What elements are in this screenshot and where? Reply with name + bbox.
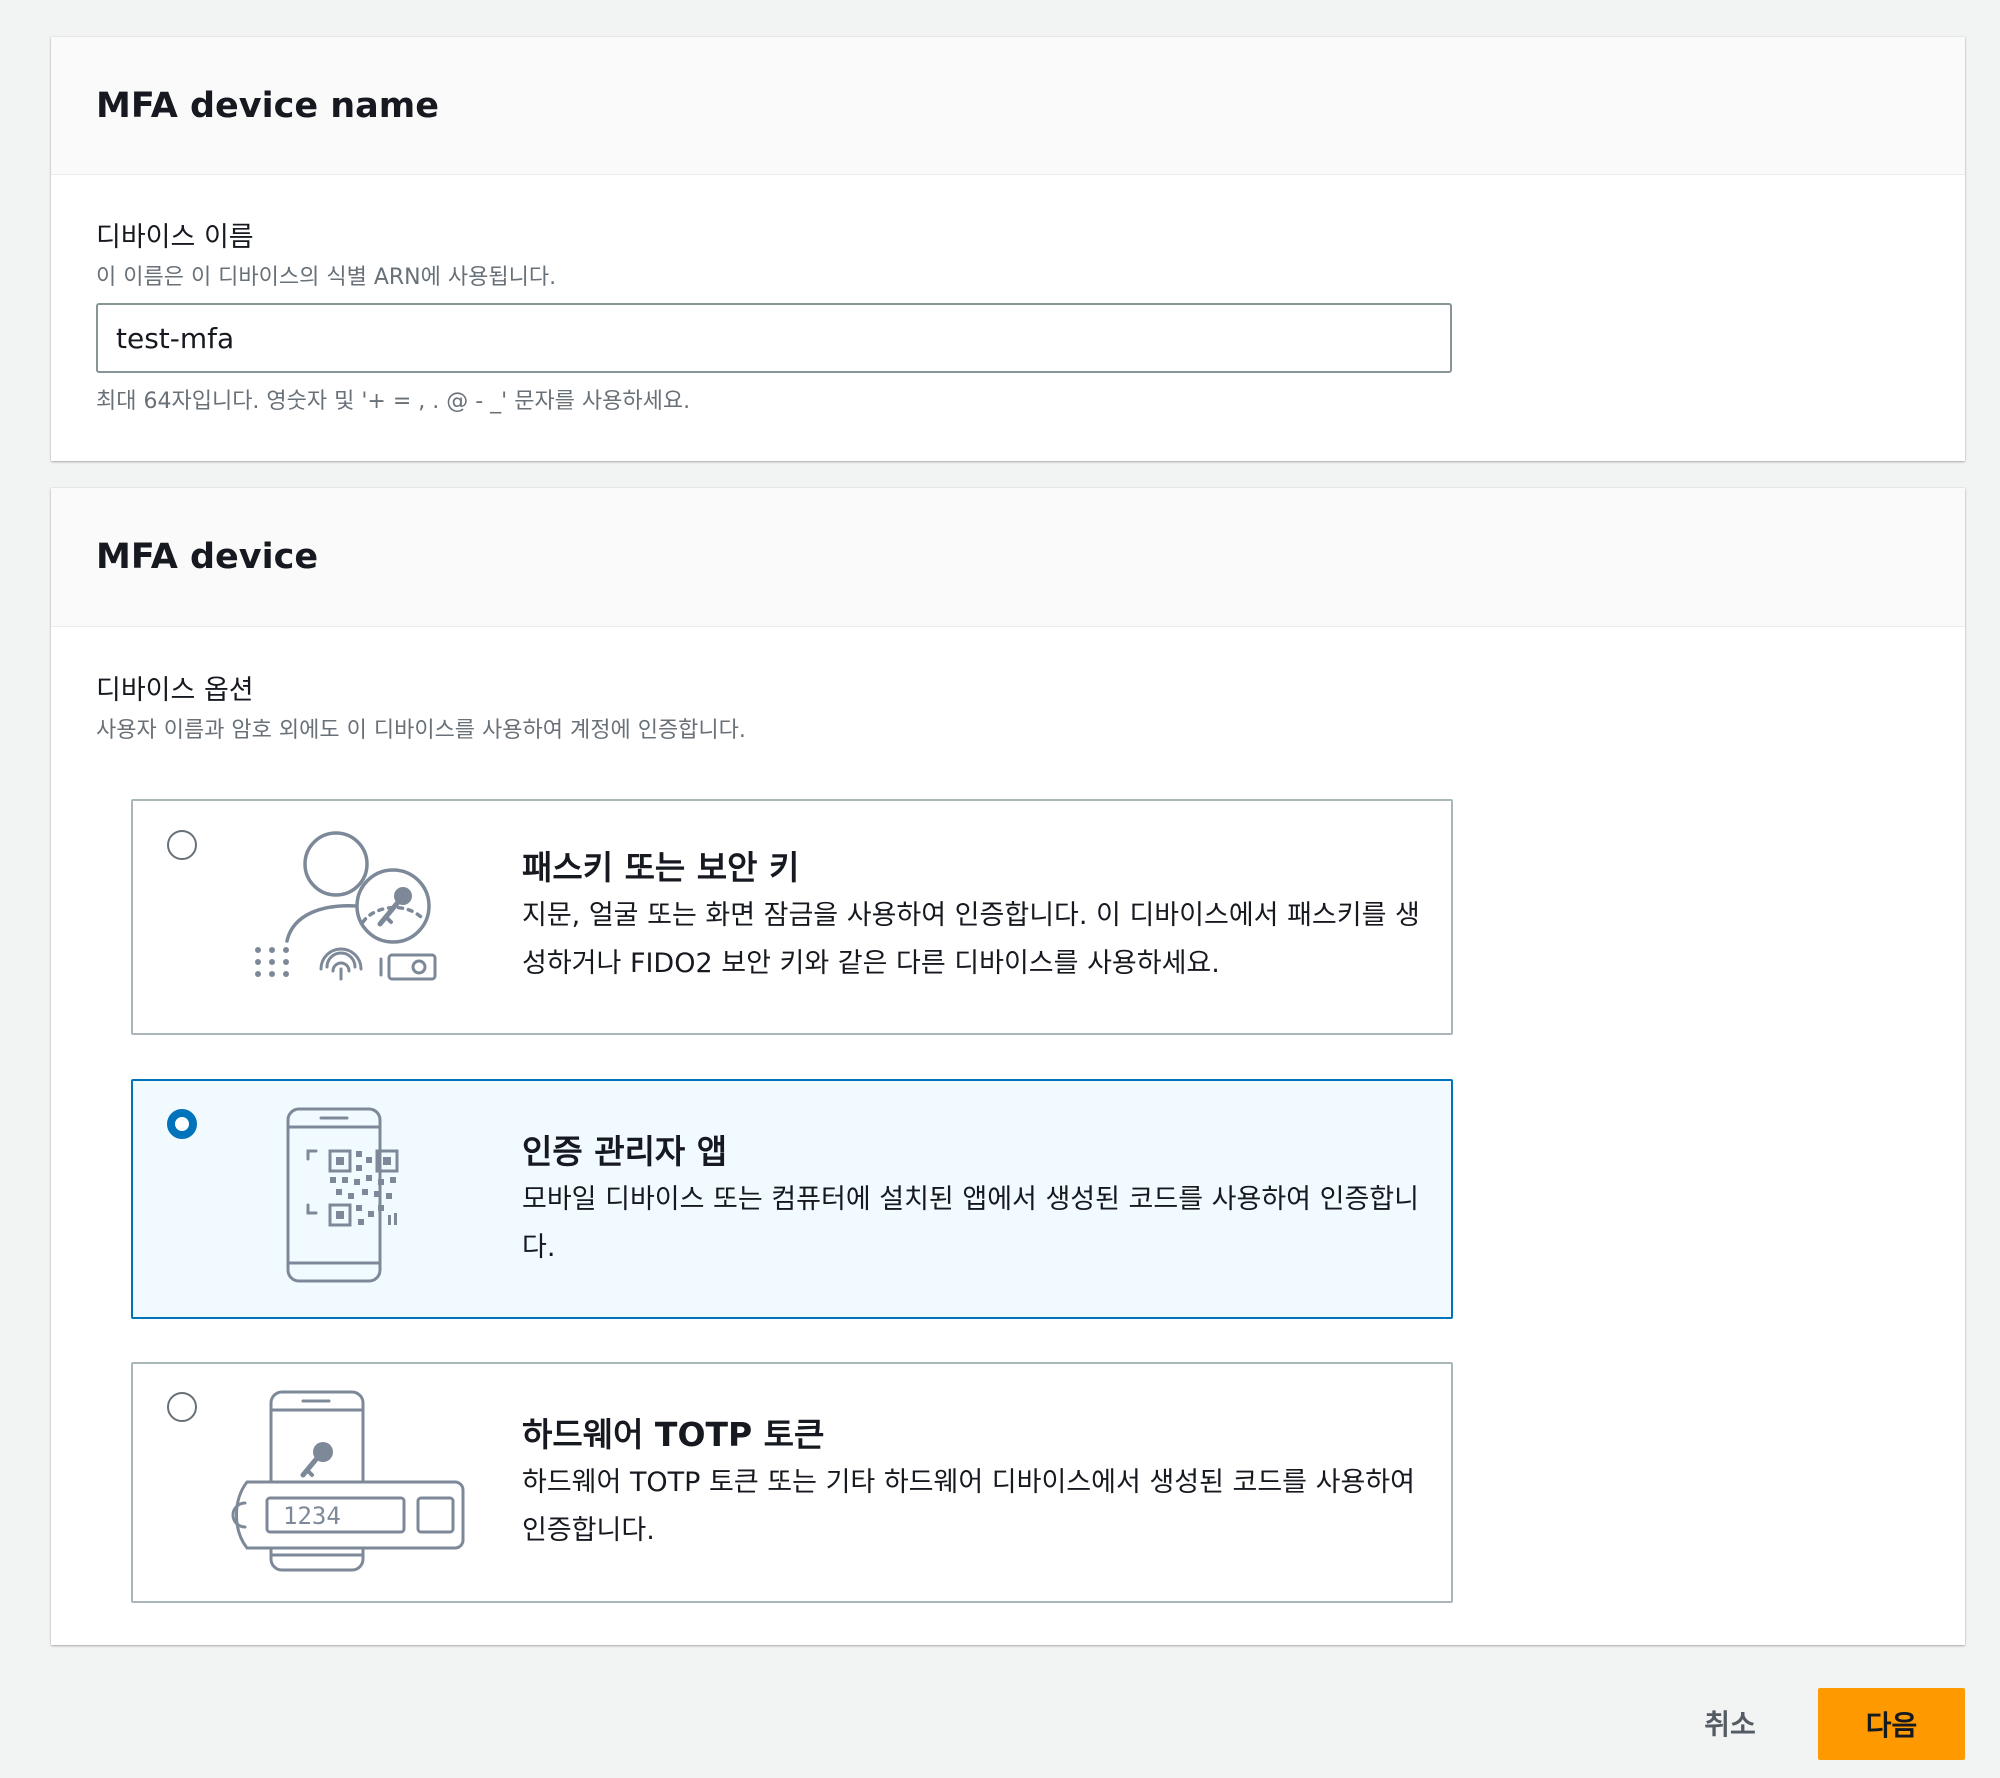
option-passkey-description: 지문, 얼굴 또는 화면 잠금을 사용하여 인증합니다. 이 디바이스에서 패스… — [522, 900, 1420, 979]
cancel-button[interactable]: 취소 — [1680, 1688, 1780, 1758]
option-hardware-totp-radio[interactable] — [167, 1392, 197, 1422]
option-authenticator-app-tile[interactable]: 인증 관리자 앱 모바일 디바이스 또는 컴퓨터에 설치된 앱에서 생성된 코드… — [131, 1079, 1453, 1319]
token-display-digits: 1234 — [283, 1502, 341, 1530]
mfa-device-name-panel-header: MFA device name — [51, 37, 1965, 175]
option-authenticator-app-description: 모바일 디바이스 또는 컴퓨터에 설치된 앱에서 생성된 코드를 사용하여 인증… — [522, 1184, 1419, 1263]
option-hardware-totp-title: 하드웨어 TOTP 토큰 — [522, 1415, 825, 1454]
device-name-label: 디바이스 이름 — [96, 222, 254, 253]
device-name-input[interactable] — [96, 303, 1452, 373]
passkey-user-key-icon — [255, 831, 437, 981]
device-options-label: 디바이스 옵션 — [96, 675, 254, 706]
mfa-device-panel: MFA device 디바이스 옵션 사용자 이름과 암호 외에도 이 디바이스… — [51, 488, 1965, 1645]
device-name-description: 이 이름은 이 디바이스의 식별 ARN에 사용됩니다. — [96, 265, 557, 290]
next-button[interactable]: 다음 — [1818, 1688, 1965, 1760]
option-passkey-radio[interactable] — [167, 830, 197, 860]
mfa-device-panel-header: MFA device — [51, 488, 1965, 627]
mfa-device-name-title: MFA device name — [96, 85, 440, 126]
option-authenticator-app-title: 인증 관리자 앱 — [522, 1132, 728, 1171]
option-hardware-totp-tile[interactable]: 1234 하드웨어 TOTP 토큰 하드웨어 TOTP 토큰 또는 기타 하드웨… — [131, 1362, 1453, 1603]
option-authenticator-app-radio[interactable] — [167, 1109, 197, 1139]
device-name-constraint: 최대 64자입니다. 영숫자 및 '+ = , . @ - _' 문자를 사용하… — [96, 389, 691, 414]
device-options-description: 사용자 이름과 암호 외에도 이 디바이스를 사용하여 계정에 인증합니다. — [96, 718, 746, 743]
mfa-device-name-panel: MFA device name 디바이스 이름 이 이름은 이 디바이스의 식별… — [51, 37, 1965, 461]
option-hardware-totp-description: 하드웨어 TOTP 토큰 또는 기타 하드웨어 디바이스에서 생성된 코드를 사… — [522, 1467, 1415, 1546]
phone-qr-code-icon — [286, 1107, 399, 1283]
option-passkey-tile[interactable]: 패스키 또는 보안 키 지문, 얼굴 또는 화면 잠금을 사용하여 인증합니다.… — [131, 799, 1453, 1035]
hardware-token-icon: 1234 — [231, 1390, 465, 1572]
option-passkey-title: 패스키 또는 보안 키 — [522, 848, 800, 887]
mfa-device-title: MFA device — [96, 537, 319, 577]
